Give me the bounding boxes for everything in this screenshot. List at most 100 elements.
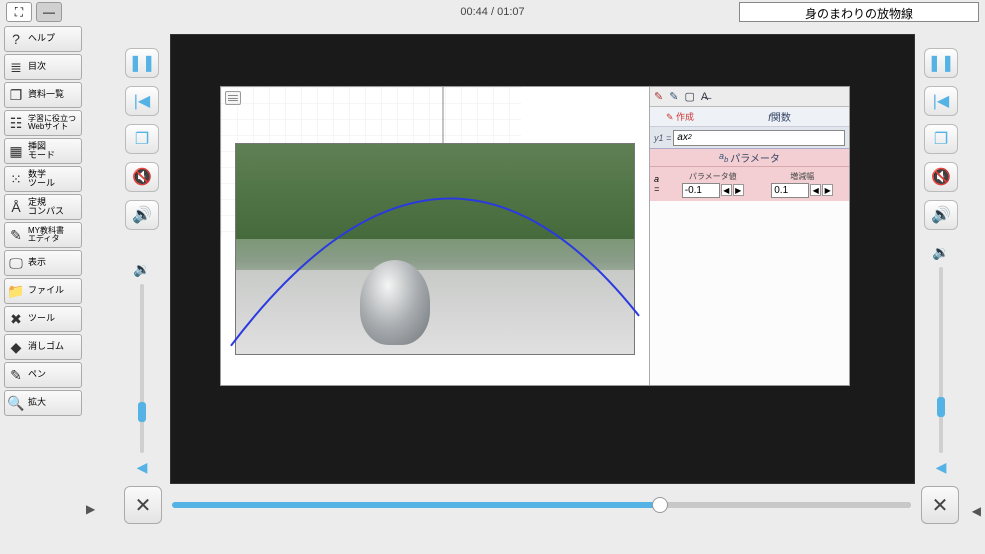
tools-icon: ✖ (5, 307, 27, 331)
page-title: 身のまわりの放物線 (739, 2, 979, 22)
param-row: a = パラメータ値 ◀ ▶ 増減幅 ◀ ▶ (650, 167, 849, 201)
pen-icon: ✎ (5, 363, 27, 387)
sidebar-item-editor[interactable]: ✎MY教科書 エディタ (4, 222, 82, 248)
param-a-label: a = (654, 174, 666, 194)
right-expand-icon[interactable]: ◀ (972, 504, 981, 518)
eraser-icon: ◆ (5, 335, 27, 359)
equation-row: y1 = ax2 (650, 127, 849, 149)
folder-icon: 📁 (5, 279, 27, 303)
mute-button[interactable]: 🔇 (125, 162, 159, 192)
slider-top-icon-r: 🔉 (932, 244, 949, 261)
sidebar-item-label: 挿図 モード (27, 142, 81, 161)
minimize-button[interactable]: — (36, 2, 62, 22)
right-controls: ❚❚ |◀ ❐ 🔇 🔊 🔉 ◀ ⟲ (923, 48, 959, 524)
close-button-left[interactable]: ✕ (124, 486, 162, 524)
sidebar-item-ruler[interactable]: Å定規 コンパス (4, 194, 82, 220)
slider-bottom-icon: ◀ (137, 459, 148, 476)
sidebar-item-pen[interactable]: ✎ペン (4, 362, 82, 388)
close-button-right[interactable]: ✕ (921, 486, 959, 524)
image-icon: ▦ (5, 139, 27, 163)
sidebar-item-label: ファイル (27, 286, 81, 295)
sidebar-item-label: ツール (27, 314, 81, 323)
volume-slider-right[interactable]: 🔉 ◀ (932, 238, 949, 486)
help-icon: ? (5, 27, 27, 51)
sidebar-item-insert[interactable]: ▦挿図 モード (4, 138, 82, 164)
left-sidebar: ?ヘルプ ≣目次 ❐資料一覧 ☷学習に役立つ Webサイト ▦挿図 モード ⁙数… (4, 26, 82, 416)
sidebar-item-display[interactable]: 🖵表示 (4, 250, 82, 276)
tool-icon[interactable]: A̶ (701, 91, 708, 103)
sidebar-item-label: ペン (27, 370, 81, 379)
timecode: 00:44 / 01:07 (460, 6, 524, 18)
prev-button[interactable]: |◀ (125, 86, 159, 116)
graph-area[interactable] (221, 87, 649, 385)
param-col1-header: パラメータ値 (689, 171, 737, 182)
edit-icon: ✎ (5, 223, 27, 247)
window-button[interactable]: ❐ (125, 124, 159, 154)
sidebar-item-label: 数学 ツール (27, 170, 81, 189)
sidebar-item-label: ヘルプ (27, 34, 81, 43)
pause-button-r[interactable]: ❚❚ (924, 48, 958, 78)
zoom-icon: 🔍 (5, 391, 27, 415)
sidebar-item-label: 定規 コンパス (27, 198, 81, 217)
equation-input[interactable]: ax2 (673, 130, 845, 146)
slider-track[interactable] (140, 284, 144, 453)
slider-bottom-icon-r: ◀ (936, 459, 947, 476)
param-step-input[interactable] (771, 183, 809, 198)
step-inc-button[interactable]: ▶ (822, 184, 833, 196)
param-header: ab パラメータ (650, 149, 849, 167)
sidebar-item-file[interactable]: 📁ファイル (4, 278, 82, 304)
fp-tabs: ✎ 作成 f関数 (650, 107, 849, 127)
fp-tab-create[interactable]: ✎ 作成 (650, 110, 710, 123)
param-ab-label: ab (719, 151, 728, 164)
volume-button[interactable]: 🔊 (125, 200, 159, 230)
sidebar-item-label: 学習に役立つ Webサイト (27, 115, 81, 132)
tool-icon[interactable]: ▢ (684, 90, 694, 103)
sidebar-item-label: 拡大 (27, 398, 81, 407)
header: ⛶ — 00:44 / 01:07 身のまわりの放物線 (0, 0, 985, 24)
sidebar-item-label: 目次 (27, 62, 81, 71)
sidebar-item-mathtools[interactable]: ⁙数学 ツール (4, 166, 82, 192)
sidebar-item-label: 表示 (27, 258, 81, 267)
grid-icon: ☷ (5, 111, 27, 135)
tool-icon[interactable]: ✎ (669, 90, 678, 103)
fountain-photo (235, 143, 635, 355)
compass-icon: Å (5, 195, 27, 219)
sidebar-item-eraser[interactable]: ◆消しゴム (4, 334, 82, 360)
fullscreen-button[interactable]: ⛶ (6, 2, 32, 22)
window-button-r[interactable]: ❐ (924, 124, 958, 154)
sidebar-expand-icon[interactable]: ▶ (86, 502, 95, 516)
function-panel: ✎ ✎ ▢ A̶ ✎ 作成 f関数 y1 = ax2 ab パラメータ a = … (649, 87, 849, 385)
sidebar-item-resources[interactable]: ❐資料一覧 (4, 82, 82, 108)
mute-button-r[interactable]: 🔇 (924, 162, 958, 192)
slider-top-icon: 🔉 (133, 261, 150, 278)
fp-toolbar: ✎ ✎ ▢ A̶ (650, 87, 849, 107)
math-icon: ⁙ (5, 167, 27, 191)
sidebar-item-toc[interactable]: ≣目次 (4, 54, 82, 80)
param-value-input[interactable] (682, 183, 720, 198)
param-col2-header: 増減幅 (790, 171, 814, 182)
sidebar-item-label: MY教科書 エディタ (27, 227, 81, 244)
timeline-slider[interactable] (172, 502, 911, 508)
prev-button-r[interactable]: |◀ (924, 86, 958, 116)
param-inc-button[interactable]: ▶ (733, 184, 744, 196)
content-overlay: ✎ ✎ ▢ A̶ ✎ 作成 f関数 y1 = ax2 ab パラメータ a = … (220, 86, 850, 386)
sidebar-item-tools[interactable]: ✖ツール (4, 306, 82, 332)
slider-track-r[interactable] (939, 267, 943, 453)
volume-slider-left[interactable]: 🔉 🔉 ◀ (133, 238, 150, 486)
sidebar-item-label: 消しゴム (27, 342, 81, 351)
list-icon: ≣ (5, 55, 27, 79)
sidebar-item-zoom[interactable]: 🔍拡大 (4, 390, 82, 416)
volume-button-r[interactable]: 🔊 (924, 200, 958, 230)
left-controls: ❚❚ |◀ ❐ 🔇 🔊 🔉 🔉 ◀ ⟲ (124, 48, 160, 524)
documents-icon: ❐ (5, 83, 27, 107)
sidebar-item-websites[interactable]: ☷学習に役立つ Webサイト (4, 110, 82, 136)
pause-button[interactable]: ❚❚ (125, 48, 159, 78)
param-dec-button[interactable]: ◀ (721, 184, 732, 196)
tool-icon[interactable]: ✎ (654, 90, 663, 103)
sidebar-item-label: 資料一覧 (27, 90, 81, 99)
step-dec-button[interactable]: ◀ (810, 184, 821, 196)
sidebar-item-help[interactable]: ?ヘルプ (4, 26, 82, 52)
monitor-icon: 🖵 (5, 251, 27, 275)
fp-tab-function[interactable]: f関数 (710, 109, 849, 124)
timeline-bar: ✕ ✕ (124, 486, 959, 524)
